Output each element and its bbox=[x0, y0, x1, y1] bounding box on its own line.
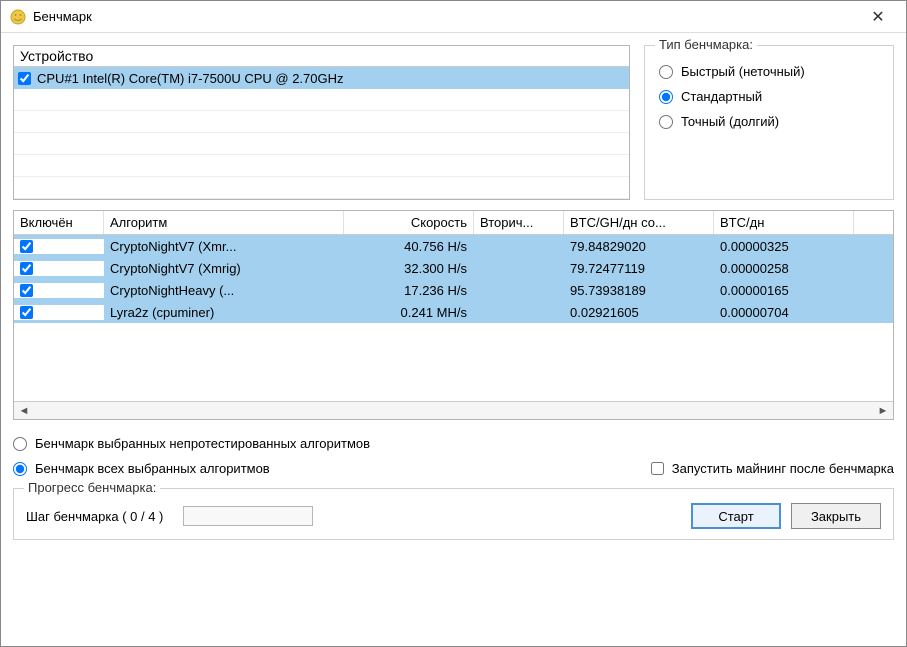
device-list: CPU#1 Intel(R) Core(TM) i7-7500U CPU @ 2… bbox=[14, 67, 629, 199]
cell-speed: 40.756 H/s bbox=[344, 238, 474, 255]
cell-secondary bbox=[474, 267, 564, 269]
col-header-btc-dn[interactable]: BTC/дн bbox=[714, 211, 854, 234]
device-label: CPU#1 Intel(R) Core(TM) i7-7500U CPU @ 2… bbox=[37, 71, 344, 86]
start-mining-check[interactable]: Запустить майнинг после бенчмарка bbox=[651, 461, 894, 476]
table-row[interactable]: CryptoNightV7 (Xmr... 40.756 H/s 79.8482… bbox=[14, 235, 893, 257]
scroll-left-icon[interactable]: ◄ bbox=[16, 404, 32, 418]
top-row: Устройство CPU#1 Intel(R) Core(TM) i7-75… bbox=[13, 45, 894, 200]
app-icon bbox=[9, 8, 27, 26]
cell-speed: 32.300 H/s bbox=[344, 260, 474, 277]
scroll-right-icon[interactable]: ► bbox=[875, 404, 891, 418]
algo-checkbox[interactable] bbox=[20, 284, 33, 297]
radio-fast[interactable] bbox=[659, 65, 673, 79]
bench-type-legend: Тип бенчмарка: bbox=[655, 37, 757, 52]
bench-type-precise[interactable]: Точный (долгий) bbox=[659, 114, 879, 129]
radio-standard[interactable] bbox=[659, 90, 673, 104]
algorithm-panel: Включён Алгоритм Скорость Вторич... BTC/… bbox=[13, 210, 894, 420]
col-header-enabled[interactable]: Включён bbox=[14, 211, 104, 234]
start-mining-checkbox[interactable] bbox=[651, 462, 664, 475]
cell-secondary bbox=[474, 289, 564, 291]
cell-btc-dn: 0.00000258 bbox=[714, 260, 854, 277]
cell-btc-dn: 0.00000165 bbox=[714, 282, 854, 299]
cell-btc-gh: 95.73938189 bbox=[564, 282, 714, 299]
algorithm-header: Включён Алгоритм Скорость Вторич... BTC/… bbox=[14, 211, 893, 235]
cell-algorithm: Lyra2z (cpuminer) bbox=[104, 304, 344, 321]
progress-panel: Прогресс бенчмарка: Шаг бенчмарка ( 0 / … bbox=[13, 488, 894, 540]
scope-untested[interactable]: Бенчмарк выбранных непротестированных ал… bbox=[13, 436, 894, 451]
cell-algorithm: CryptoNightHeavy (... bbox=[104, 282, 344, 299]
device-header: Устройство bbox=[14, 46, 629, 67]
device-row-empty bbox=[14, 133, 629, 155]
cell-secondary bbox=[474, 311, 564, 313]
algo-checkbox[interactable] bbox=[20, 306, 33, 319]
button-row: Старт Закрыть bbox=[691, 503, 881, 529]
col-header-secondary[interactable]: Вторич... bbox=[474, 211, 564, 234]
progress-legend: Прогресс бенчмарка: bbox=[24, 480, 160, 495]
col-header-btc-gh[interactable]: BTC/GH/дн со... bbox=[564, 211, 714, 234]
radio-standard-label: Стандартный bbox=[681, 89, 762, 104]
device-panel: Устройство CPU#1 Intel(R) Core(TM) i7-75… bbox=[13, 45, 630, 200]
radio-all[interactable] bbox=[13, 462, 27, 476]
bench-type-fast[interactable]: Быстрый (неточный) bbox=[659, 64, 879, 79]
cell-btc-dn: 0.00000704 bbox=[714, 304, 854, 321]
device-row-empty bbox=[14, 89, 629, 111]
algorithm-body: CryptoNightV7 (Xmr... 40.756 H/s 79.8482… bbox=[14, 235, 893, 401]
radio-untested-label: Бенчмарк выбранных непротестированных ал… bbox=[35, 436, 370, 451]
table-row[interactable]: CryptoNightV7 (Xmrig) 32.300 H/s 79.7247… bbox=[14, 257, 893, 279]
horizontal-scrollbar[interactable]: ◄ ► bbox=[14, 401, 893, 419]
device-row-empty bbox=[14, 177, 629, 199]
table-row[interactable]: Lyra2z (cpuminer) 0.241 MH/s 0.02921605 … bbox=[14, 301, 893, 323]
algo-checkbox[interactable] bbox=[20, 262, 33, 275]
table-row-empty bbox=[14, 345, 893, 367]
benchmark-window: Бенчмарк ✕ Устройство CPU#1 Intel(R) Cor… bbox=[0, 0, 907, 647]
cell-algorithm: CryptoNightV7 (Xmr... bbox=[104, 238, 344, 255]
radio-precise-label: Точный (долгий) bbox=[681, 114, 779, 129]
device-row[interactable]: CPU#1 Intel(R) Core(TM) i7-7500U CPU @ 2… bbox=[14, 67, 629, 89]
radio-precise[interactable] bbox=[659, 115, 673, 129]
progress-step-label: Шаг бенчмарка ( 0 / 4 ) bbox=[26, 509, 163, 524]
cell-btc-dn: 0.00000325 bbox=[714, 238, 854, 255]
cell-speed: 0.241 MH/s bbox=[344, 304, 474, 321]
cell-algorithm: CryptoNightV7 (Xmrig) bbox=[104, 260, 344, 277]
close-dialog-button[interactable]: Закрыть bbox=[791, 503, 881, 529]
cell-secondary bbox=[474, 245, 564, 247]
table-row[interactable]: CryptoNightHeavy (... 17.236 H/s 95.7393… bbox=[14, 279, 893, 301]
bench-type-group: Тип бенчмарка: Быстрый (неточный) Станда… bbox=[644, 45, 894, 200]
close-button[interactable]: ✕ bbox=[858, 7, 898, 27]
table-row-empty bbox=[14, 323, 893, 345]
device-row-empty bbox=[14, 111, 629, 133]
titlebar: Бенчмарк ✕ bbox=[1, 1, 906, 33]
start-button[interactable]: Старт bbox=[691, 503, 781, 529]
start-mining-label: Запустить майнинг после бенчмарка bbox=[672, 461, 894, 476]
device-row-empty bbox=[14, 155, 629, 177]
col-header-algorithm[interactable]: Алгоритм bbox=[104, 211, 344, 234]
radio-fast-label: Быстрый (неточный) bbox=[681, 64, 805, 79]
radio-all-label: Бенчмарк всех выбранных алгоритмов bbox=[35, 461, 270, 476]
content-area: Устройство CPU#1 Intel(R) Core(TM) i7-75… bbox=[1, 33, 906, 646]
device-checkbox[interactable] bbox=[18, 72, 31, 85]
radio-untested[interactable] bbox=[13, 437, 27, 451]
bench-scope-group: Бенчмарк выбранных непротестированных ал… bbox=[13, 434, 894, 478]
progress-bar bbox=[183, 506, 313, 526]
algo-checkbox[interactable] bbox=[20, 240, 33, 253]
cell-btc-gh: 79.84829020 bbox=[564, 238, 714, 255]
col-header-speed[interactable]: Скорость bbox=[344, 211, 474, 234]
window-title: Бенчмарк bbox=[33, 9, 858, 24]
bench-type-standard[interactable]: Стандартный bbox=[659, 89, 879, 104]
cell-btc-gh: 79.72477119 bbox=[564, 260, 714, 277]
scope-all[interactable]: Бенчмарк всех выбранных алгоритмов bbox=[13, 461, 270, 476]
cell-speed: 17.236 H/s bbox=[344, 282, 474, 299]
cell-btc-gh: 0.02921605 bbox=[564, 304, 714, 321]
